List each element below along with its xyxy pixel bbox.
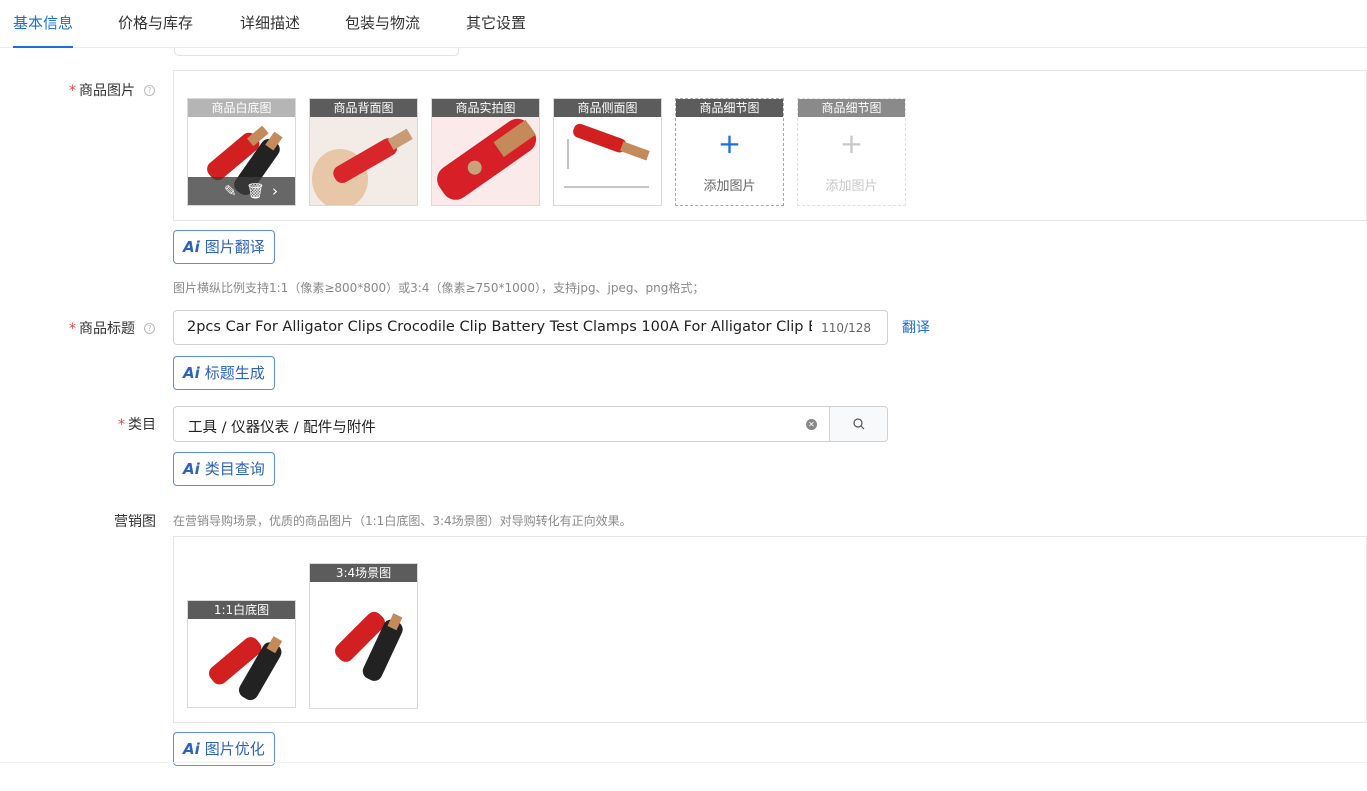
category-value: 工具 / 仪器仪表 / 配件与附件 (188, 420, 376, 436)
tab-bar: 基本信息 价格与库存 详细描述 包装与物流 其它设置 (0, 0, 1367, 48)
image-translate-button[interactable]: Ai 图片翻译 (173, 230, 275, 264)
edit-icon[interactable]: ✎ (224, 181, 237, 201)
ai-icon: Ai (183, 364, 200, 382)
image-caption: 商品白底图 (188, 99, 295, 117)
ai-icon: Ai (183, 740, 200, 758)
search-icon (853, 418, 865, 430)
marketing-hint: 在营销导购场景，优质的商品图片（1:1白底图、3:4场景图）对导购转化有正向效果… (173, 514, 632, 528)
add-image-slot-disabled: 商品细节图 + 添加图片 (797, 98, 906, 206)
image-optimize-button[interactable]: Ai 图片优化 (173, 732, 275, 766)
image-slot-white-bg[interactable]: 商品白底图 ✎ 🗑 › (187, 98, 296, 206)
ai-icon: Ai (183, 238, 200, 256)
add-image-label: 添加图片 (825, 179, 878, 194)
image-slot-side[interactable]: 商品侧面图 (553, 98, 662, 206)
add-image-slot[interactable]: 商品细节图 + 添加图片 (675, 98, 784, 206)
required-mark: * (69, 321, 76, 337)
chevron-right-icon[interactable]: › (272, 181, 278, 201)
plus-icon: + (839, 127, 864, 160)
image-caption: 商品侧面图 (554, 99, 661, 117)
help-icon[interactable]: ? (144, 85, 155, 96)
tab-basic-info[interactable]: 基本信息 (13, 12, 74, 48)
marketing-label: 营销图 (114, 514, 156, 530)
image-slot-back[interactable]: 商品背面图 (309, 98, 418, 206)
page-bottom-divider (0, 762, 1367, 763)
category-search-button[interactable] (829, 407, 887, 441)
image-caption: 3:4场景图 (310, 564, 417, 582)
image-format-hint: 图片横纵比例支持1:1（像素≥800*800）或3:4（像素≥750*1000）… (173, 281, 705, 295)
image-caption: 商品实拍图 (432, 99, 539, 117)
image-caption: 商品背面图 (310, 99, 417, 117)
title-generate-button[interactable]: Ai 标题生成 (173, 356, 275, 390)
image-slot-real-shot[interactable]: 商品实拍图 (431, 98, 540, 206)
field-remnant (174, 48, 459, 56)
product-images-box: 商品白底图 ✎ 🗑 › 商品背面图 商品实拍图 商品侧面图 商品细节图 + 添加… (173, 70, 1367, 221)
tab-detail-desc[interactable]: 详细描述 (240, 12, 300, 48)
title-input[interactable]: 2pcs Car For Alligator Clips Crocodile C… (173, 310, 888, 345)
title-label: * 商品标题? (69, 318, 155, 338)
required-mark: * (69, 83, 76, 99)
required-mark: * (118, 417, 125, 433)
marketing-slot-scene[interactable]: 3:4场景图 (309, 563, 418, 709)
product-images-label: * 商品图片? (69, 80, 155, 100)
title-char-count: 110/128 (821, 321, 871, 335)
delete-icon[interactable]: 🗑 (246, 181, 265, 201)
image-caption: 商品细节图 (676, 99, 783, 117)
category-select[interactable]: 工具 / 仪器仪表 / 配件与附件 ✕ (173, 406, 888, 442)
title-input-value: 2pcs Car For Alligator Clips Crocodile C… (187, 319, 812, 335)
marketing-images-box: 1:1白底图 3:4场景图 (173, 536, 1367, 723)
help-icon[interactable]: ? (144, 323, 155, 334)
tab-packaging-logistics[interactable]: 包装与物流 (345, 12, 420, 48)
translate-title-link[interactable]: 翻译 (902, 317, 930, 337)
tab-price-stock[interactable]: 价格与库存 (118, 12, 193, 48)
ai-icon: Ai (183, 460, 200, 478)
clear-icon[interactable]: ✕ (806, 419, 817, 430)
category-label: * 类目 (118, 417, 156, 433)
category-query-button[interactable]: Ai 类目查询 (173, 452, 275, 486)
image-toolbar: ✎ 🗑 › (188, 177, 295, 205)
red-black-clips-icon (335, 611, 403, 681)
add-image-label: 添加图片 (703, 179, 756, 194)
marketing-slot-white-bg[interactable]: 1:1白底图 (187, 600, 296, 708)
image-caption: 1:1白底图 (188, 601, 295, 619)
plus-icon: + (717, 127, 742, 160)
image-caption: 商品细节图 (798, 99, 905, 117)
tab-other-settings[interactable]: 其它设置 (466, 12, 526, 48)
